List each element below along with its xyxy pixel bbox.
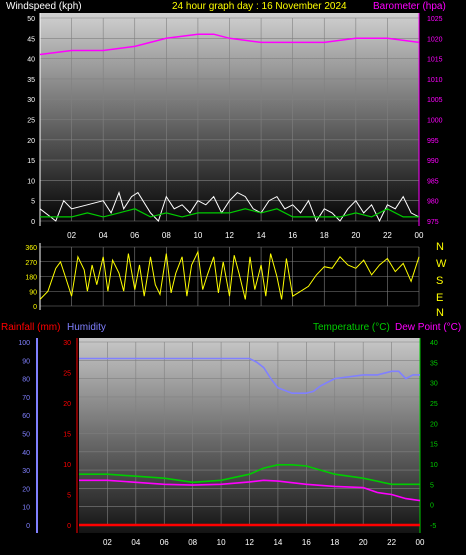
humidity-y-tick-label: 30 bbox=[22, 468, 30, 475]
direction-y-tick-label: 360 bbox=[25, 245, 37, 252]
wind-x-tick-label: 20 bbox=[351, 231, 360, 240]
temperature-y-tick-label: 35 bbox=[430, 360, 438, 367]
barometer-y-tick-label: 1000 bbox=[427, 118, 443, 125]
windspeed-y-tick-label: 25 bbox=[27, 118, 35, 125]
humidity-y-tick-label: 10 bbox=[22, 505, 30, 512]
rainfall-axis-label: Rainfall (mm) bbox=[1, 322, 60, 333]
direction-y-tick-label: 270 bbox=[25, 260, 37, 267]
barometer-y-tick-label: 975 bbox=[427, 219, 439, 226]
temperature-y-tick-label: 5 bbox=[430, 482, 434, 489]
barometer-y-tick-label: 985 bbox=[427, 178, 439, 185]
compass-letter-w: W bbox=[436, 258, 447, 270]
temp-x-tick-label: 00 bbox=[416, 538, 425, 547]
rainfall-y-tick-label: 30 bbox=[63, 340, 71, 347]
temperature-y-tick-label: 15 bbox=[430, 442, 438, 449]
barometer-y-tick-label: 990 bbox=[427, 158, 439, 165]
humidity-axis-label: Humidity bbox=[67, 322, 106, 333]
humidity-y-tick-label: 80 bbox=[22, 377, 30, 384]
compass-letter-e: E bbox=[436, 292, 443, 304]
temperature-y-tick-label: 30 bbox=[430, 381, 438, 388]
humidity-y-tick-label: 40 bbox=[22, 450, 30, 457]
windspeed-y-tick-label: 20 bbox=[27, 138, 35, 145]
windspeed-y-tick-label: 0 bbox=[31, 219, 35, 226]
temperature-y-tick-label: 20 bbox=[430, 421, 438, 428]
windspeed-y-tick-label: 5 bbox=[31, 199, 35, 206]
temp-x-tick-label: 06 bbox=[160, 538, 169, 547]
barometer-y-tick-label: 980 bbox=[427, 199, 439, 206]
temperature-y-tick-label: 10 bbox=[430, 462, 438, 469]
humidity-y-tick-label: 20 bbox=[22, 486, 30, 493]
barometer-y-tick-label: 1015 bbox=[427, 57, 443, 64]
humidity-y-tick-label: 90 bbox=[22, 358, 30, 365]
barometer-y-tick-label: 1010 bbox=[427, 77, 443, 84]
barometer-axis-label: Barometer (hpa) bbox=[373, 1, 446, 12]
wind-x-tick-label: 16 bbox=[288, 231, 297, 240]
wind-x-tick-label: 08 bbox=[162, 231, 171, 240]
direction-y-tick-label: 90 bbox=[29, 289, 37, 296]
direction-y-tick-label: 0 bbox=[33, 304, 37, 311]
temp-x-tick-label: 02 bbox=[103, 538, 112, 547]
rainfall-y-tick-label: 5 bbox=[67, 493, 71, 500]
rainfall-y-tick-label: 15 bbox=[63, 432, 71, 439]
humidity-y-tick-label: 50 bbox=[22, 432, 30, 439]
compass-letter-s: S bbox=[436, 275, 443, 287]
windspeed-y-tick-label: 45 bbox=[27, 36, 35, 43]
temp-x-tick-label: 12 bbox=[245, 538, 254, 547]
compass-letter-n-bottom: N bbox=[436, 307, 444, 319]
temp-x-tick-label: 14 bbox=[273, 538, 282, 547]
wind-x-tick-label: 04 bbox=[99, 231, 108, 240]
windspeed-y-tick-label: 30 bbox=[27, 97, 35, 104]
weather-chart: Windspeed (kph) 24 hour graph day : 16 N… bbox=[1, 1, 461, 547]
humidity-y-tick-label: 100 bbox=[18, 340, 30, 347]
temp-x-tick-label: 10 bbox=[217, 538, 226, 547]
wind-x-tick-label: 06 bbox=[130, 231, 139, 240]
rainfall-y-tick-label: 10 bbox=[63, 462, 71, 469]
rainfall-y-tick-label: 20 bbox=[63, 401, 71, 408]
windspeed-y-tick-label: 15 bbox=[27, 158, 35, 165]
temp-x-tick-label: 22 bbox=[387, 538, 396, 547]
temperature-y-tick-label: -5 bbox=[430, 523, 436, 530]
temp-x-tick-label: 16 bbox=[302, 538, 311, 547]
barometer-y-tick-label: 1025 bbox=[427, 16, 443, 23]
barometer-y-tick-label: 1020 bbox=[427, 36, 443, 43]
wind-x-tick-label: 18 bbox=[320, 231, 329, 240]
wind-x-tick-label: 00 bbox=[415, 231, 424, 240]
dewpoint-axis-label: Dew Point (°C) bbox=[395, 322, 461, 333]
humidity-y-tick-label: 70 bbox=[22, 395, 30, 402]
windspeed-y-tick-label: 35 bbox=[27, 77, 35, 84]
wind-x-tick-label: 14 bbox=[257, 231, 266, 240]
temp-x-tick-label: 18 bbox=[330, 538, 339, 547]
temperature-y-tick-label: 40 bbox=[430, 340, 438, 347]
temp-x-tick-label: 20 bbox=[359, 538, 368, 547]
temperature-y-tick-label: 25 bbox=[430, 401, 438, 408]
barometer-y-tick-label: 995 bbox=[427, 138, 439, 145]
temperature-axis-label: Temperature (°C) bbox=[313, 322, 390, 333]
compass-letter-n-top: N bbox=[436, 241, 444, 253]
wind-x-tick-label: 02 bbox=[67, 231, 76, 240]
wind-x-tick-label: 12 bbox=[225, 231, 234, 240]
chart-title: 24 hour graph day : 16 November 2024 bbox=[172, 1, 347, 12]
windspeed-y-tick-label: 10 bbox=[27, 178, 35, 185]
barometer-y-tick-label: 1005 bbox=[427, 97, 443, 104]
temp-x-tick-label: 04 bbox=[131, 538, 140, 547]
humidity-y-tick-label: 60 bbox=[22, 413, 30, 420]
windspeed-y-tick-label: 40 bbox=[27, 57, 35, 64]
temp-x-tick-label: 08 bbox=[188, 538, 197, 547]
wind-x-tick-label: 22 bbox=[383, 231, 392, 240]
wind-x-tick-label: 10 bbox=[193, 231, 202, 240]
windspeed-y-tick-label: 50 bbox=[27, 16, 35, 23]
humidity-y-tick-label: 0 bbox=[26, 523, 30, 530]
direction-y-tick-label: 180 bbox=[25, 275, 37, 282]
rainfall-y-tick-label: 25 bbox=[63, 371, 71, 378]
rainfall-y-tick-label: 0 bbox=[67, 523, 71, 530]
windspeed-axis-label: Windspeed (kph) bbox=[6, 1, 82, 12]
temperature-y-tick-label: 0 bbox=[430, 503, 434, 510]
